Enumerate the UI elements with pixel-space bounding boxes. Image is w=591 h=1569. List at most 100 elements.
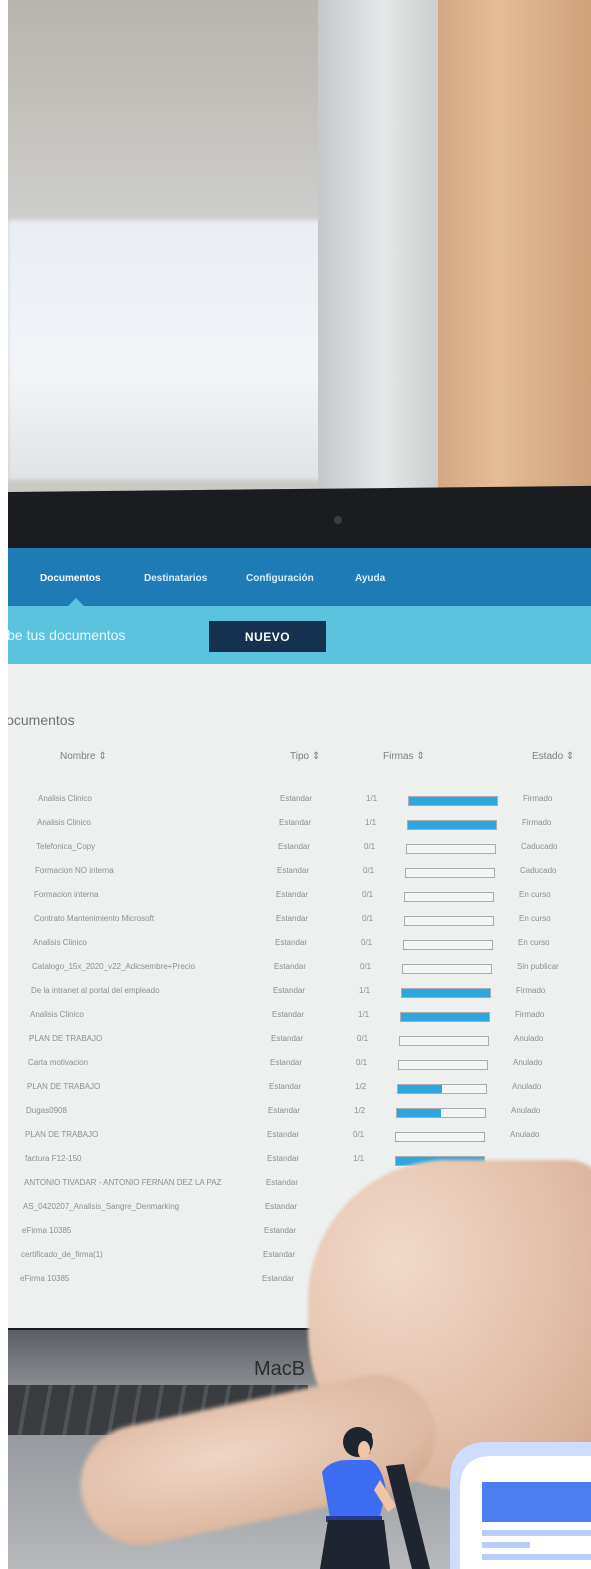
signature-progress-bar [406,844,496,854]
document-status: Anulado [513,1058,543,1067]
document-name: Formacion interna [34,890,99,899]
nuevo-button[interactable]: NUEVO [209,621,326,652]
table-row[interactable]: PLAN DE TRABAJO Estandar 0/1 Anulado [8,1126,591,1148]
table-row[interactable]: PLAN DE TRABAJO Estandar 0/1 Anulado [8,1030,591,1052]
document-type: Estandar [267,1154,300,1163]
column-header-tipo[interactable]: Tipo ⇕ [290,751,320,762]
section-title: Documentos [8,712,75,728]
document-type: Estandar [270,1058,303,1067]
document-status: Caducado [521,842,558,851]
signature-progress-bar [399,1036,489,1046]
document-name: Catalogo_15x_2020_v22_Adicsembre+Precio [32,962,195,971]
signature-count: 0/1 [353,1130,365,1139]
signature-progress-bar [405,868,495,878]
signature-progress-bar [396,1108,486,1118]
table-row[interactable]: Analisis Clinico Estandar 1/1 Firmado [8,814,591,836]
top-nav: Documentos Destinatarios Configuración A… [8,548,591,606]
signature-count: 0/1 [360,962,372,971]
document-type: Estandar [274,962,307,971]
signature-count: 1/2 [355,1082,367,1091]
document-status: Sin publicar [517,962,559,971]
table-row[interactable]: Analisis Clinico Estandar 1/1 Firmado [8,1006,591,1028]
signature-progress-bar [398,1060,488,1070]
table-row[interactable]: PLAN DE TRABAJO Estandar 1/2 Anulado [8,1078,591,1100]
photo: Documentos Destinatarios Configuración A… [8,0,591,1569]
signature-progress-bar [397,1084,487,1094]
document-type: Estandar [269,1082,302,1091]
upload-banner: Sube tus documentos NUEVO [8,606,591,664]
document-name: Analisis Clinico [37,818,91,827]
document-name: factura F12-150 [25,1154,82,1163]
document-type: Estandar [278,842,311,851]
signature-count: 0/1 [363,866,375,875]
document-name: Dugas0908 [26,1106,67,1115]
document-name: PLAN DE TRABAJO [29,1034,103,1043]
document-status: Anulado [514,1034,544,1043]
signature-count: 0/1 [357,1034,369,1043]
document-name: Analisis Clinico [38,794,92,803]
document-name: Analisis Clinico [30,1010,84,1019]
document-type: Estandar [280,794,313,803]
laptop-brand: MacB [254,1358,306,1380]
document-type: Estandar [273,986,306,995]
document-type: Estandar [279,818,312,827]
signature-count: 1/1 [358,1010,370,1019]
document-type: Estandar [276,890,309,899]
person-with-pen-icon [320,1427,430,1569]
document-name: ANTONIO TIVADAR - ANTONIO FERNAN DEZ LA … [24,1178,222,1187]
table-row[interactable]: Analisis Clinico Estandar 1/1 Firmado [8,790,591,812]
document-name: PLAN DE TRABAJO [27,1082,101,1091]
column-header-estado[interactable]: Estado ⇕ [532,751,574,762]
document-name: AS_0420207_Analisis_Sangre_Denmarking [23,1202,180,1211]
signature-progress-fill [401,1013,489,1021]
table-row[interactable]: Catalogo_15x_2020_v22_Adicsembre+Precio E… [8,958,591,980]
signature-progress-fill [397,1109,441,1117]
document-window-icon [450,1442,591,1569]
column-header-nombre[interactable]: Nombre ⇕ [60,751,107,762]
column-header-firmas[interactable]: Firmas ⇕ [383,751,425,762]
document-type: Estandar [276,914,309,923]
document-type: Estandar [272,1010,305,1019]
table-row[interactable]: Telefonica_Copy Estandar 0/1 Caducado [8,838,591,860]
illustration [320,1427,591,1569]
table-row[interactable]: Carta motivacion Estandar 0/1 Anulado [8,1054,591,1076]
table-row[interactable]: De la intranet al portal del empleado Est… [8,982,591,1004]
document-status: En curso [519,914,551,923]
document-status: En curso [518,938,550,947]
document-type: Estandar [266,1178,299,1187]
nav-destinatarios[interactable]: Destinatarios [144,573,207,584]
document-type: Estandar [275,938,308,947]
signature-progress-bar [404,892,494,902]
background-pillar [318,0,448,500]
table-row[interactable]: Dugas0908 Estandar 1/2 Anulado [8,1102,591,1124]
nav-documentos[interactable]: Documentos [40,573,101,584]
signature-count: 0/1 [364,842,376,851]
document-status: Firmado [515,1010,545,1019]
table-row[interactable]: Formacion interna Estandar 0/1 En curso [8,886,591,908]
document-type: Estandar [262,1274,295,1283]
document-status: Anulado [510,1130,540,1139]
signature-count: 0/1 [362,890,374,899]
document-type: Estandar [271,1034,304,1043]
background-window [8,220,348,480]
document-name: eFirma 10385 [22,1226,72,1235]
banner-text: Sube tus documentos [8,627,126,643]
document-type: Estandar [263,1250,296,1259]
nav-configuracion[interactable]: Configuración [246,573,314,584]
signature-progress-bar [401,988,491,998]
signature-progress-bar [400,1012,490,1022]
document-name: PLAN DE TRABAJO [25,1130,99,1139]
nav-ayuda[interactable]: Ayuda [355,573,385,584]
signature-progress-fill [402,989,490,997]
signature-count: 1/1 [359,986,371,995]
document-status: En curso [519,890,551,899]
signature-progress-bar [408,796,498,806]
document-status: Caducado [520,866,557,875]
signature-progress-fill [398,1085,442,1093]
signature-count: 0/1 [362,914,374,923]
table-row[interactable]: Contrato Mantenimiento Microsoft Estandar… [8,910,591,932]
table-row[interactable]: Formacion NO interna Estandar 0/1 Caducado [8,862,591,884]
table-row[interactable]: Analisis Clinico Estandar 0/1 En curso [8,934,591,956]
document-name: De la intranet al portal del empleado [31,986,160,995]
signature-count: 1/1 [366,794,378,803]
